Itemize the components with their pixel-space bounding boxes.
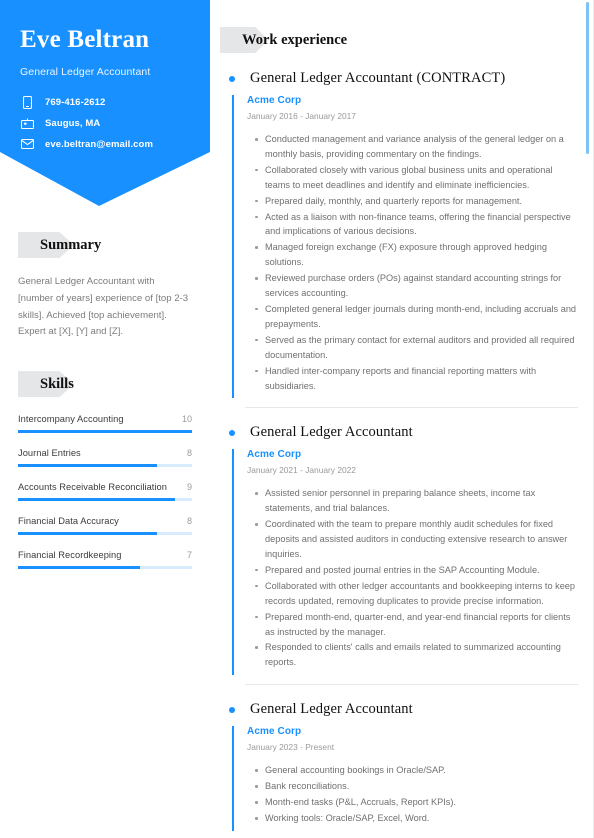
skill-bar-track xyxy=(18,532,192,536)
main-column: Work experience General Ledger Accountan… xyxy=(210,0,594,838)
work-entry-title: General Ledger Accountant xyxy=(250,701,413,718)
duty-item: Working tools: Oracle/SAP, Excel, Word. xyxy=(255,811,578,826)
work-entry-duties: General accounting bookings in Oracle/SA… xyxy=(247,763,578,826)
contact-phone[interactable]: 769-416-2612 xyxy=(20,95,190,109)
duty-item: Handled inter-company reports and financ… xyxy=(255,364,578,394)
skill-name: Journal Entries xyxy=(18,448,81,459)
skill-bar-fill xyxy=(18,566,140,570)
scrollbar-thumb[interactable] xyxy=(586,2,589,154)
duty-item: Assisted senior personnel in preparing b… xyxy=(255,486,578,516)
skill-bar-track xyxy=(18,464,192,468)
bullet-dot-icon xyxy=(229,75,235,82)
skill-item: Financial Recordkeeping 7 xyxy=(18,550,192,570)
duty-item: Collaborated with other ledger accountan… xyxy=(255,579,578,609)
contact-location[interactable]: Saugus, MA xyxy=(20,117,190,130)
skill-score: 10 xyxy=(181,414,192,425)
candidate-name: Eve Beltran xyxy=(20,26,150,53)
skill-score: 9 xyxy=(186,482,192,493)
skills-list: Intercompany Accounting 10 Journal Entri… xyxy=(18,414,192,570)
skill-name: Financial Recordkeeping xyxy=(18,550,122,561)
work-entry-dates: January 2021 - January 2022 xyxy=(247,465,356,476)
sidebar: Eve Beltran General Ledger Accountant 76… xyxy=(0,0,210,838)
work-entry: General Ledger Accountant (CONTRACT) Acm… xyxy=(220,70,578,409)
skill-score: 7 xyxy=(186,550,192,561)
duty-item: Responded to clients' calls and emails r… xyxy=(255,640,578,670)
work-entry-dates: January 2016 - January 2017 xyxy=(247,111,356,121)
work-entry-title-row: General Ledger Accountant xyxy=(220,701,578,718)
resume-page: Eve Beltran General Ledger Accountant 76… xyxy=(0,0,594,838)
duty-item: Coordinated with the team to prepare mon… xyxy=(255,517,578,562)
work-entry-duties: Assisted senior personnel in preparing b… xyxy=(247,486,578,670)
work-entry: General Ledger Accountant Acme Corp Janu… xyxy=(220,701,578,831)
work-entry-dates: January 2023 - Present xyxy=(247,742,335,753)
summary-text: General Ledger Accountant with [number o… xyxy=(18,276,189,338)
contact-phone-text: 769-416-2612 xyxy=(45,96,106,108)
work-entry-body: Acme Corp January 2016 - January 2017 Co… xyxy=(232,95,578,399)
duty-item: Completed general ledger journals during… xyxy=(255,302,578,332)
work-entry-title-row: General Ledger Accountant xyxy=(220,424,578,441)
work-entry: General Ledger Accountant Acme Corp Janu… xyxy=(220,424,578,686)
duty-item: Prepared daily, monthly, and quarterly r… xyxy=(255,194,578,209)
location-icon xyxy=(20,117,35,130)
work-entry-duties: Conducted management and variance analys… xyxy=(247,132,578,393)
skill-item: Intercompany Accounting 10 xyxy=(18,414,192,434)
duty-item: Prepared and posted journal entries in t… xyxy=(255,563,578,578)
bullet-dot-icon xyxy=(229,429,235,436)
skill-name: Financial Data Accuracy xyxy=(18,516,119,527)
skill-bar-track xyxy=(18,566,192,570)
skill-bar-fill xyxy=(18,430,192,434)
duty-item: Prepared month-end, quarter-end, and yea… xyxy=(255,610,578,640)
skill-bar-track xyxy=(18,430,192,434)
sidebar-body: Summary General Ledger Accountant with [… xyxy=(0,232,210,570)
work-heading-text: Work experience xyxy=(242,32,348,48)
phone-icon xyxy=(20,95,35,109)
work-experience-heading: Work experience xyxy=(220,27,578,54)
duty-item: Conducted management and variance analys… xyxy=(255,132,578,162)
work-entry-company: Acme Corp xyxy=(247,449,302,461)
skill-item: Journal Entries 8 xyxy=(18,448,192,468)
skill-bar-track xyxy=(18,498,192,502)
candidate-job-title: General Ledger Accountant xyxy=(20,65,151,78)
header-banner: Eve Beltran General Ledger Accountant 76… xyxy=(0,0,210,206)
contact-email-text: eve.beltran@email.com xyxy=(45,138,153,150)
contact-email[interactable]: eve.beltran@email.com xyxy=(20,138,190,151)
duty-item: Month-end tasks (P&L, Accruals, Report K… xyxy=(255,795,578,810)
skill-score: 8 xyxy=(186,448,192,459)
skills-section-heading: Skills xyxy=(18,371,192,398)
duty-item: General accounting bookings in Oracle/SA… xyxy=(255,763,578,778)
work-entry-title-row: General Ledger Accountant (CONTRACT) xyxy=(220,70,578,87)
skill-score: 8 xyxy=(186,516,192,527)
contact-list: 769-416-2612 Saugus, MA eve.beltran@emai… xyxy=(20,95,190,151)
skills-heading-text: Skills xyxy=(40,375,74,392)
duty-item: Bank reconciliations. xyxy=(255,779,578,794)
work-entry-company: Acme Corp xyxy=(247,726,302,738)
summary-heading-text: Summary xyxy=(40,236,102,253)
duty-item: Acted as a liaison with non-finance team… xyxy=(255,210,578,240)
entry-divider xyxy=(245,684,578,686)
work-entry-body: Acme Corp January 2021 - January 2022 As… xyxy=(232,449,578,676)
work-entry-title: General Ledger Accountant xyxy=(250,424,413,441)
duty-item: Managed foreign exchange (FX) exposure t… xyxy=(255,240,578,270)
duty-item: Served as the primary contact for extern… xyxy=(255,333,578,363)
skill-item: Financial Data Accuracy 8 xyxy=(18,516,192,536)
duty-item: Collaborated closely with various global… xyxy=(255,163,578,193)
contact-location-text: Saugus, MA xyxy=(45,117,101,129)
work-entry-body: Acme Corp January 2023 - Present General… xyxy=(232,726,578,831)
skill-name: Accounts Receivable Reconciliation xyxy=(18,482,167,493)
skill-bar-fill xyxy=(18,532,158,536)
skill-bar-fill xyxy=(18,464,158,468)
work-entry-title: General Ledger Accountant (CONTRACT) xyxy=(250,70,506,86)
summary-section-heading: Summary xyxy=(18,232,192,258)
work-entry-company: Acme Corp xyxy=(247,95,302,106)
entry-divider xyxy=(245,407,578,409)
skill-item: Accounts Receivable Reconciliation 9 xyxy=(18,482,192,502)
bullet-dot-icon xyxy=(229,706,235,713)
skill-bar-fill xyxy=(18,498,175,502)
skill-name: Intercompany Accounting xyxy=(18,414,124,425)
duty-item: Reviewed purchase orders (POs) against s… xyxy=(255,271,578,301)
email-icon xyxy=(20,138,35,151)
